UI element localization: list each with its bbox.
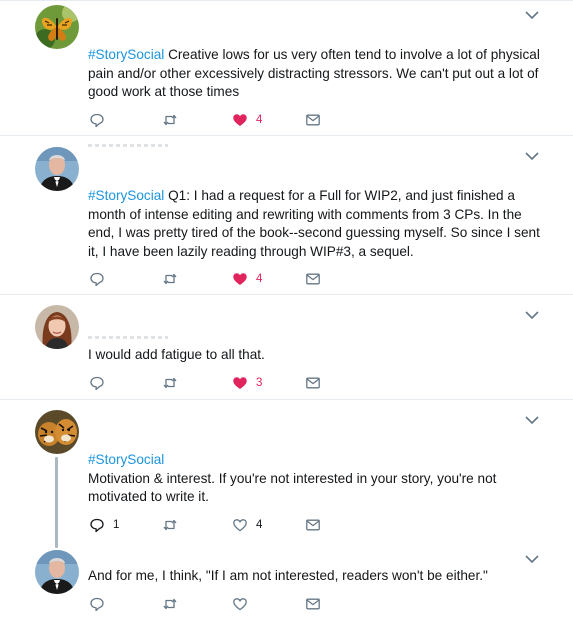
envelope-icon xyxy=(305,517,321,533)
hashtag-link[interactable]: #StorySocial xyxy=(88,47,164,62)
like-count: 3 xyxy=(256,377,263,389)
reply-icon xyxy=(89,596,105,612)
hashtag-link[interactable]: #StorySocial xyxy=(88,451,548,470)
direct-message-button[interactable] xyxy=(305,112,321,128)
reply-button[interactable] xyxy=(89,112,113,128)
reply-icon xyxy=(89,271,105,287)
blurred-user-name xyxy=(88,144,168,147)
like-button[interactable]: 3 xyxy=(232,375,262,391)
retweet-icon xyxy=(162,517,178,533)
hashtag-link[interactable]: #StorySocial xyxy=(88,188,164,203)
tweet-body: Motivation & interest. If you're not int… xyxy=(88,470,497,505)
like-count: 4 xyxy=(256,114,263,126)
heart-outline-icon xyxy=(232,517,248,533)
tweet-4[interactable]: #StorySocial Motivation & interest. If yo… xyxy=(0,400,573,543)
tweet-body: I would add fatigue to all that. xyxy=(88,347,265,362)
reply-count: 1 xyxy=(113,519,120,531)
reply-button[interactable] xyxy=(89,271,113,287)
like-count: 4 xyxy=(256,519,263,531)
blurred-user-name xyxy=(88,336,168,339)
tweet-actions: 3 xyxy=(89,375,349,391)
like-button[interactable]: 4 xyxy=(232,517,262,533)
tweet-actions xyxy=(89,596,349,612)
tweet-actions: 1 4 xyxy=(89,517,349,533)
like-button[interactable] xyxy=(232,596,256,612)
like-count: 4 xyxy=(256,273,263,285)
tweet-3[interactable]: I would add fatigue to all that. 3 xyxy=(0,295,573,399)
reply-icon xyxy=(89,112,105,128)
heart-filled-icon xyxy=(232,271,248,287)
tweet-text: And for me, I think, "If I am not intere… xyxy=(88,567,548,586)
tweet-text: #StorySocial Motivation & interest. If yo… xyxy=(88,451,548,507)
heart-filled-icon xyxy=(232,112,248,128)
direct-message-button[interactable] xyxy=(305,596,321,612)
envelope-icon xyxy=(305,271,321,287)
tweet-text: #StorySocial Q1: I had a request for a F… xyxy=(88,187,548,261)
tweet-text: #StorySocial Creative lows for us very o… xyxy=(88,46,548,102)
chevron-down-icon[interactable] xyxy=(524,553,540,565)
reply-button[interactable] xyxy=(89,375,113,391)
direct-message-button[interactable] xyxy=(305,271,321,287)
tweet-body: And for me, I think, "If I am not intere… xyxy=(88,568,488,583)
tiger-avatar-icon[interactable] xyxy=(35,410,79,454)
reply-button[interactable] xyxy=(89,596,113,612)
reply-icon xyxy=(89,375,105,391)
retweet-icon xyxy=(162,271,178,287)
retweet-icon xyxy=(162,596,178,612)
envelope-icon xyxy=(305,375,321,391)
tweet-5[interactable]: And for me, I think, "If I am not intere… xyxy=(0,543,573,622)
woman-avatar-icon[interactable] xyxy=(35,305,79,349)
tweet-1[interactable]: #StorySocial Creative lows for us very o… xyxy=(0,0,573,135)
chevron-down-icon[interactable] xyxy=(524,9,540,21)
like-button[interactable]: 4 xyxy=(232,112,262,128)
man-tuxedo-avatar-icon[interactable] xyxy=(35,550,79,594)
heart-filled-icon xyxy=(232,375,248,391)
tweet-2[interactable]: #StorySocial Q1: I had a request for a F… xyxy=(0,136,573,294)
direct-message-button[interactable] xyxy=(305,517,321,533)
tweet-actions: 4 xyxy=(89,112,349,128)
tweet-text: I would add fatigue to all that. xyxy=(88,346,548,365)
retweet-button[interactable] xyxy=(162,596,186,612)
envelope-icon xyxy=(305,596,321,612)
direct-message-button[interactable] xyxy=(305,375,321,391)
retweet-button[interactable] xyxy=(162,112,186,128)
retweet-button[interactable] xyxy=(162,271,186,287)
like-button[interactable]: 4 xyxy=(232,271,262,287)
reply-button[interactable]: 1 xyxy=(89,517,119,533)
tweet-actions: 4 xyxy=(89,271,349,287)
envelope-icon xyxy=(305,112,321,128)
retweet-button[interactable] xyxy=(162,375,186,391)
butterfly-avatar-icon[interactable] xyxy=(35,5,79,49)
retweet-icon xyxy=(162,112,178,128)
chevron-down-icon[interactable] xyxy=(524,309,540,321)
retweet-button[interactable] xyxy=(162,517,186,533)
chevron-down-icon[interactable] xyxy=(524,414,540,426)
man-tuxedo-avatar-icon[interactable] xyxy=(35,147,79,191)
chevron-down-icon[interactable] xyxy=(524,150,540,162)
heart-outline-icon xyxy=(232,596,248,612)
reply-icon xyxy=(89,517,105,533)
retweet-icon xyxy=(162,375,178,391)
